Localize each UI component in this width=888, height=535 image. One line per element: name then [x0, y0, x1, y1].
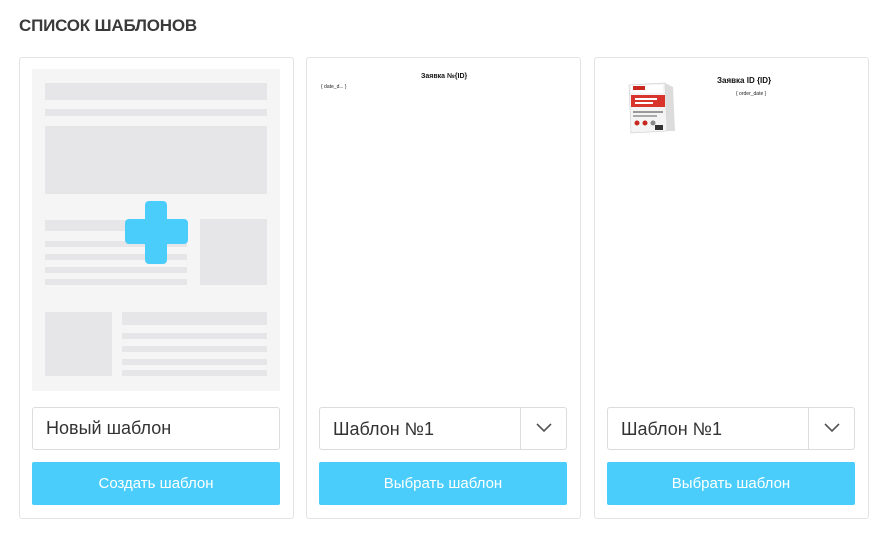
wireframe-line: [122, 333, 267, 339]
wireframe-block: [45, 312, 112, 376]
chevron-down-icon: [536, 423, 552, 433]
template-card-new: Создать шаблон: [19, 57, 294, 519]
doc-title: Заявка №{ID}: [421, 73, 468, 80]
template-card-2: Заявка ID {ID} { order_date } Шаблон №1 …: [594, 57, 869, 519]
wireframe-line: [122, 312, 267, 325]
template-card-1: Заявка №{ID} { date_d... } Шаблон №1 Выб…: [306, 57, 581, 519]
select-template-button[interactable]: Выбрать шаблон: [607, 462, 855, 505]
doc-subtitle: { date_d... }: [321, 84, 347, 90]
wireframe-block: [45, 126, 267, 194]
chevron-down-icon: [824, 423, 840, 433]
template-select-toggle[interactable]: [808, 408, 854, 449]
template-select-value: Шаблон №1: [333, 419, 434, 439]
wireframe-line: [45, 109, 267, 116]
template-name-input[interactable]: [32, 407, 280, 450]
wireframe-line: [122, 346, 267, 352]
template-preview[interactable]: Заявка ID {ID} { order_date }: [607, 69, 855, 391]
wireframe-block: [45, 83, 267, 100]
template-preview-new[interactable]: [32, 69, 280, 391]
wireframe-block: [200, 219, 267, 285]
page-title: СПИСОК ШАБЛОНОВ: [19, 16, 197, 35]
template-select-value: Шаблон №1: [621, 419, 722, 439]
template-select[interactable]: Шаблон №1: [319, 407, 567, 450]
doc-subtitle: { order_date }: [736, 91, 767, 97]
wireframe-line: [122, 359, 267, 365]
select-template-button[interactable]: Выбрать шаблон: [319, 462, 567, 505]
wireframe-line: [45, 279, 187, 285]
wireframe-line: [122, 370, 267, 376]
create-template-button[interactable]: Создать шаблон: [32, 462, 280, 505]
doc-title: Заявка ID {ID}: [717, 76, 772, 85]
product-package-image: [628, 82, 675, 134]
template-select-toggle[interactable]: [520, 408, 566, 449]
template-select[interactable]: Шаблон №1: [607, 407, 855, 450]
template-preview[interactable]: Заявка №{ID} { date_d... }: [319, 69, 567, 391]
wireframe-line: [45, 267, 187, 273]
